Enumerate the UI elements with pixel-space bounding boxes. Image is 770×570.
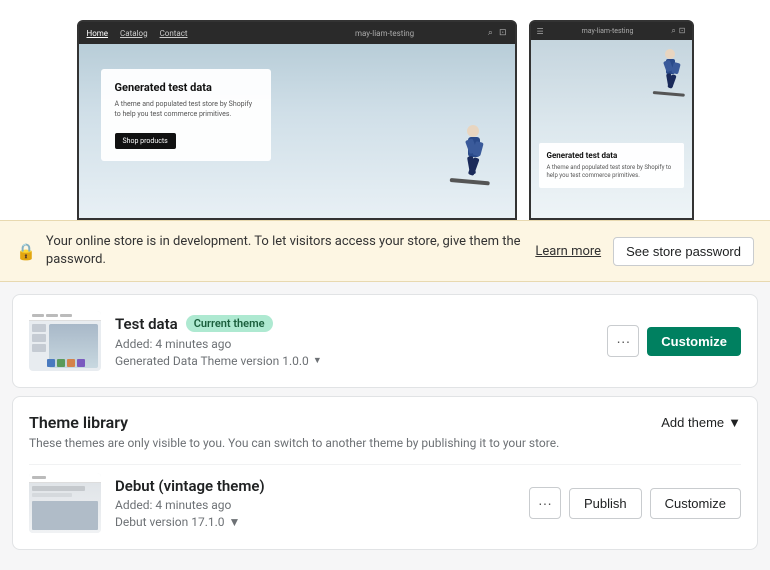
hero-subtitle: A theme and populated test store by Shop… xyxy=(115,100,257,120)
desktop-skier-image xyxy=(440,123,495,203)
chevron-down-icon: ▼ xyxy=(313,355,322,366)
current-theme-card: Test data Current theme Added: 4 minutes… xyxy=(12,294,758,388)
thumb-swatches xyxy=(47,359,85,367)
current-theme-thumbnail xyxy=(29,311,101,371)
library-theme-item: Debut (vintage theme) Added: 4 minutes a… xyxy=(29,464,741,533)
current-theme-name: Test data xyxy=(115,315,178,333)
add-theme-button[interactable]: Add theme ▼ xyxy=(661,415,741,430)
add-theme-chevron-icon: ▼ xyxy=(728,415,741,430)
thumb-sidebar-item-2 xyxy=(32,334,46,342)
publish-button[interactable]: Publish xyxy=(569,488,642,519)
hamburger-icon: ☰ xyxy=(537,27,544,36)
library-theme-info: Debut (vintage theme) Added: 4 minutes a… xyxy=(115,477,515,529)
thumb-sidebar-item-1 xyxy=(32,324,46,332)
mobile-cart-icon: ⊡ xyxy=(679,26,686,36)
mobile-skier-image xyxy=(648,48,688,103)
mobile-search-icon: ⌕ xyxy=(671,26,675,36)
swatch-green xyxy=(57,359,65,367)
mobile-store-name: may-liam-testing xyxy=(548,27,668,35)
library-theme-version[interactable]: Debut version 17.1.0 ▼ xyxy=(115,515,515,529)
add-theme-label: Add theme xyxy=(661,415,724,430)
nav-catalog: Catalog xyxy=(120,29,148,38)
search-icon: ⌕ xyxy=(488,28,493,38)
hero-text-box: Generated test data A theme and populate… xyxy=(101,69,271,161)
mobile-icons: ⌕ ⊡ xyxy=(671,26,685,36)
browser-icons: ⌕ ⊡ xyxy=(488,28,507,38)
browser-store-name: may-liam-testing xyxy=(287,29,482,38)
mobile-hero-sub: A theme and populated test store by Shop… xyxy=(547,164,676,180)
current-theme-info: Test data Current theme Added: 4 minutes… xyxy=(115,315,593,368)
alert-text: Your online store is in development. To … xyxy=(46,233,525,269)
current-theme-badge: Current theme xyxy=(186,315,273,332)
lock-icon: 🔒 xyxy=(16,242,36,261)
theme-name-row: Test data Current theme xyxy=(115,315,593,333)
preview-section: Home Catalog Contact may-liam-testing ⌕ … xyxy=(0,0,770,220)
alert-banner: 🔒 Your online store is in development. T… xyxy=(0,220,770,282)
library-subtitle: These themes are only visible to you. Yo… xyxy=(29,436,741,450)
alert-actions: Learn more See store password xyxy=(535,237,754,266)
library-title: Theme library xyxy=(29,413,128,432)
nav-home: Home xyxy=(87,29,109,38)
current-theme-actions: ··· Customize xyxy=(607,325,741,357)
thumb-sidebar xyxy=(32,324,46,368)
desktop-browser-bar: Home Catalog Contact may-liam-testing ⌕ … xyxy=(79,22,515,44)
lib-thumb-image xyxy=(32,501,98,530)
current-theme-added: Added: 4 minutes ago xyxy=(115,337,593,351)
library-theme-name: Debut (vintage theme) xyxy=(115,477,515,495)
page-container: Home Catalog Contact may-liam-testing ⌕ … xyxy=(0,0,770,550)
library-theme-actions: ··· Publish Customize xyxy=(529,487,741,519)
cart-icon: ⊡ xyxy=(499,28,507,38)
mobile-hero-box: Generated test data A theme and populate… xyxy=(539,143,684,188)
library-theme-version-text: Debut version 17.1.0 xyxy=(115,515,225,529)
shop-btn: Shop products xyxy=(115,133,176,149)
learn-more-link[interactable]: Learn more xyxy=(535,244,601,259)
thumb-header xyxy=(29,311,101,321)
thumb-sidebar-item-3 xyxy=(32,344,46,352)
mobile-content: Generated test data A theme and populate… xyxy=(531,40,692,218)
browser-nav: Home Catalog Contact xyxy=(87,29,282,38)
lib-thumb-line-2 xyxy=(32,493,72,497)
swatch-purple xyxy=(77,359,85,367)
swatch-blue xyxy=(47,359,55,367)
thumb-nav-dot-2 xyxy=(46,314,58,317)
library-theme-added: Added: 4 minutes ago xyxy=(115,498,515,512)
current-theme-version-text: Generated Data Theme version 1.0.0 xyxy=(115,354,309,368)
library-theme-customize-button[interactable]: Customize xyxy=(650,488,741,519)
library-theme-more-button[interactable]: ··· xyxy=(529,487,561,519)
desktop-content: Generated test data A theme and populate… xyxy=(79,44,515,218)
current-theme-more-button[interactable]: ··· xyxy=(607,325,639,357)
library-theme-thumbnail xyxy=(29,473,101,533)
thumb-nav-dot-3 xyxy=(60,314,72,317)
lib-thumb-body xyxy=(29,483,101,533)
thumb-nav-dot xyxy=(32,314,44,317)
mobile-browser-bar: ☰ may-liam-testing ⌕ ⊡ xyxy=(531,22,692,40)
lib-thumb-header xyxy=(29,473,101,483)
mobile-hero-title: Generated test data xyxy=(547,151,676,161)
current-theme-version[interactable]: Generated Data Theme version 1.0.0 ▼ xyxy=(115,354,593,368)
library-section: Theme library Add theme ▼ These themes a… xyxy=(12,396,758,550)
desktop-mockup: Home Catalog Contact may-liam-testing ⌕ … xyxy=(77,20,517,220)
nav-contact: Contact xyxy=(160,29,188,38)
lib-thumb-nav xyxy=(32,476,46,479)
current-theme-customize-button[interactable]: Customize xyxy=(647,327,741,356)
library-version-chevron-icon: ▼ xyxy=(229,515,241,529)
swatch-orange xyxy=(67,359,75,367)
lib-thumb-line-1 xyxy=(32,486,85,491)
library-header: Theme library Add theme ▼ xyxy=(29,413,741,432)
store-password-button[interactable]: See store password xyxy=(613,237,754,266)
mobile-mockup: ☰ may-liam-testing ⌕ ⊡ xyxy=(529,20,694,220)
hero-title: Generated test data xyxy=(115,81,257,95)
